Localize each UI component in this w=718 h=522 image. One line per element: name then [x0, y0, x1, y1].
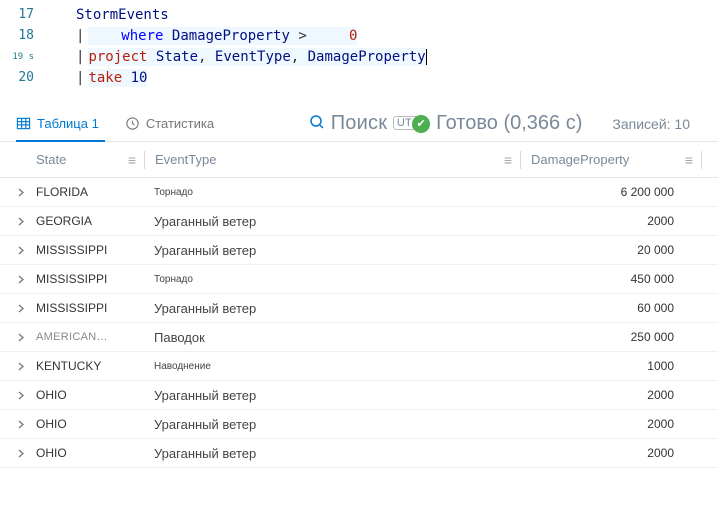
checkmark-icon: ✔: [412, 115, 430, 133]
tab-table[interactable]: Таблица 1: [16, 106, 105, 141]
cell-eventtype: Ураганный ветер: [144, 301, 522, 316]
cell-damageproperty: 1000: [522, 359, 702, 373]
cell-state: OHIO: [36, 446, 144, 460]
cell-state: KENTUCKY: [36, 359, 144, 373]
cell-state: MISSISSIPPI: [36, 301, 144, 315]
code-line[interactable]: 19 s |project State, EventType, DamagePr…: [0, 46, 718, 67]
table-row[interactable]: AMERICAN…Паводок250 000: [0, 323, 718, 352]
results-header: Таблица 1 Статистика Поиск UTC ✔ Готово …: [0, 106, 718, 142]
cell-damageproperty: 450 000: [522, 272, 702, 286]
cell-eventtype: Ураганный ветер: [144, 417, 522, 432]
cell-damageproperty: 2000: [522, 214, 702, 228]
code-line[interactable]: 18 | where DamageProperty > 0: [0, 25, 718, 46]
cell-state: GEORGIA: [36, 214, 144, 228]
cell-eventtype: Ураганный ветер: [144, 388, 522, 403]
cell-state: FLORIDA: [36, 185, 144, 199]
cell-eventtype: Паводок: [144, 330, 522, 345]
code-line[interactable]: 17 StormEvents: [0, 4, 718, 25]
line-number: 17: [0, 7, 48, 22]
expand-row-icon[interactable]: [16, 273, 36, 286]
expand-row-icon[interactable]: [16, 418, 36, 431]
code-line[interactable]: 20 |take 10: [0, 67, 718, 88]
cell-damageproperty: 6 200 000: [522, 185, 702, 199]
cell-eventtype: Торнадо: [144, 274, 522, 285]
expand-row-icon[interactable]: [16, 447, 36, 460]
cell-eventtype: Торнадо: [144, 187, 522, 198]
cell-damageproperty: 60 000: [522, 301, 702, 315]
expand-row-icon[interactable]: [16, 331, 36, 344]
column-header-eventtype[interactable]: EventType ≡: [145, 152, 520, 168]
expand-row-icon[interactable]: [16, 389, 36, 402]
cell-state: MISSISSIPPI: [36, 243, 144, 257]
cell-damageproperty: 250 000: [522, 330, 702, 344]
cell-state: AMERICAN…: [36, 331, 144, 343]
code-editor[interactable]: 17 StormEvents 18 | where DamageProperty…: [0, 0, 718, 92]
tab-label: Таблица 1: [37, 116, 99, 131]
expand-row-icon[interactable]: [16, 244, 36, 257]
grid-header: State ≡ EventType ≡ DamageProperty ≡: [0, 142, 718, 178]
clock-icon: [125, 116, 140, 131]
cell-damageproperty: 20 000: [522, 243, 702, 257]
expand-row-icon[interactable]: [16, 360, 36, 373]
table-row[interactable]: MISSISSIPPIТорнадо450 000: [0, 265, 718, 294]
column-menu-icon[interactable]: ≡: [504, 152, 510, 168]
column-header-damageproperty[interactable]: DamageProperty ≡: [521, 152, 701, 168]
line-number: 20: [0, 70, 48, 85]
line-number: 18: [0, 28, 48, 43]
record-count: Записей: 10: [612, 116, 702, 132]
table-row[interactable]: OHIOУраганный ветер2000: [0, 410, 718, 439]
cell-eventtype: Ураганный ветер: [144, 446, 522, 461]
table-row[interactable]: OHIOУраганный ветер2000: [0, 381, 718, 410]
table-row[interactable]: OHIOУраганный ветер2000: [0, 439, 718, 468]
results-grid: State ≡ EventType ≡ DamageProperty ≡ FLO…: [0, 142, 718, 468]
cell-eventtype: Ураганный ветер: [144, 243, 522, 258]
cell-state: OHIO: [36, 417, 144, 431]
table-row[interactable]: GEORGIAУраганный ветер2000: [0, 207, 718, 236]
cell-state: OHIO: [36, 388, 144, 402]
search-placeholder: Поиск UTC: [331, 112, 424, 135]
table-icon: [16, 116, 31, 131]
line-number: 19 s: [0, 52, 48, 62]
expand-row-icon[interactable]: [16, 186, 36, 199]
cell-eventtype: Наводнение: [144, 361, 522, 372]
search-icon: [309, 114, 325, 133]
column-menu-icon[interactable]: ≡: [128, 152, 134, 168]
table-row[interactable]: KENTUCKYНаводнение1000: [0, 352, 718, 381]
expand-row-icon[interactable]: [16, 215, 36, 228]
cell-state: MISSISSIPPI: [36, 272, 144, 286]
expand-row-icon[interactable]: [16, 302, 36, 315]
cell-eventtype: Ураганный ветер: [144, 214, 522, 229]
search-area[interactable]: Поиск UTC: [309, 112, 424, 135]
table-row[interactable]: MISSISSIPPIУраганный ветер60 000: [0, 294, 718, 323]
cell-damageproperty: 2000: [522, 446, 702, 460]
tab-stats[interactable]: Статистика: [125, 106, 220, 141]
table-row[interactable]: MISSISSIPPIУраганный ветер20 000: [0, 236, 718, 265]
column-header-state[interactable]: State ≡: [36, 152, 144, 168]
tab-label: Статистика: [146, 116, 214, 131]
status-ready: ✔ Готово (0,366 с): [432, 112, 582, 135]
table-row[interactable]: FLORIDAТорнадо6 200 000: [0, 178, 718, 207]
column-menu-icon[interactable]: ≡: [685, 152, 691, 168]
cell-damageproperty: 2000: [522, 388, 702, 402]
cell-damageproperty: 2000: [522, 417, 702, 431]
